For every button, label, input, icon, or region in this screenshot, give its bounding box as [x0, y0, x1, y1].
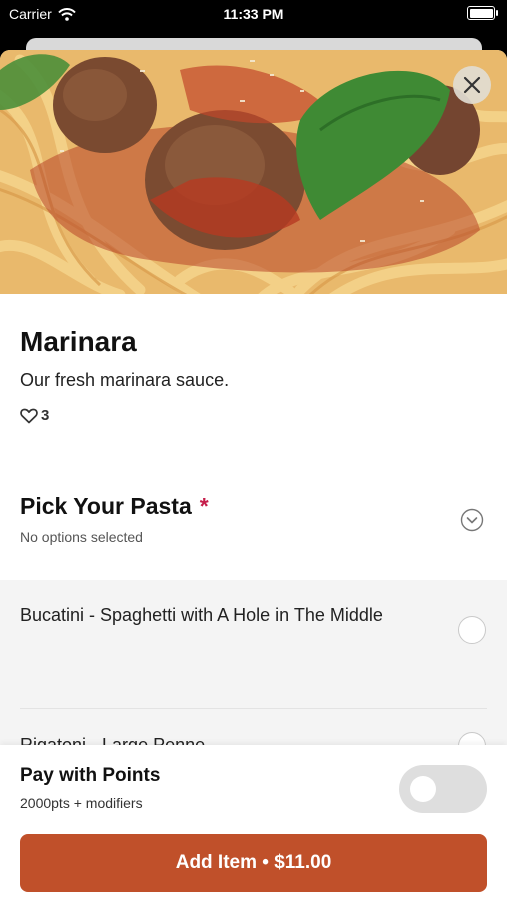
option-bucatini[interactable]: Bucatini - Spaghetti with A Hole in The … [0, 580, 507, 710]
modifier-group-title: Pick Your Pasta * [20, 493, 209, 520]
option-divider [20, 708, 487, 709]
pay-with-points-title: Pay with Points [20, 765, 161, 786]
like-count[interactable]: 3 [20, 407, 49, 424]
chevron-down-circle-icon[interactable] [460, 508, 484, 532]
pasta-options-list: Bucatini - Spaghetti with A Hole in The … [0, 580, 507, 760]
item-description: Our fresh marinara sauce. [20, 370, 230, 390]
spaghetti-meatballs-illustration [0, 50, 507, 294]
option-rigatoni[interactable]: Rigatoni - Large Penne [0, 710, 507, 760]
item-title: Marinara [20, 326, 137, 357]
item-photo [0, 50, 507, 294]
battery-icon [467, 6, 498, 20]
heart-icon[interactable] [20, 408, 38, 424]
pay-with-points-toggle[interactable] [399, 765, 487, 813]
close-icon [463, 76, 481, 94]
pay-with-points-subtitle: 2000pts + modifiers [20, 795, 143, 811]
close-button[interactable] [453, 66, 491, 104]
option-label: Bucatini - Spaghetti with A Hole in The … [20, 605, 383, 625]
required-indicator: * [199, 493, 209, 519]
modifier-group-title-text: Pick Your Pasta [20, 493, 192, 519]
add-item-button[interactable]: Add Item • $11.00 [20, 834, 487, 892]
status-bar: Carrier 11:33 PM [0, 0, 507, 28]
toggle-knob [410, 776, 436, 802]
checkout-footer: Pay with Points 2000pts + modifiers Add … [0, 745, 507, 900]
option-radio[interactable] [458, 616, 486, 644]
item-detail-sheet: Marinara Our fresh marinara sauce. 3 Pic… [0, 50, 507, 900]
modifier-group-status: No options selected [20, 529, 143, 545]
like-count-value: 3 [41, 407, 50, 424]
status-time: 11:33 PM [223, 6, 284, 22]
